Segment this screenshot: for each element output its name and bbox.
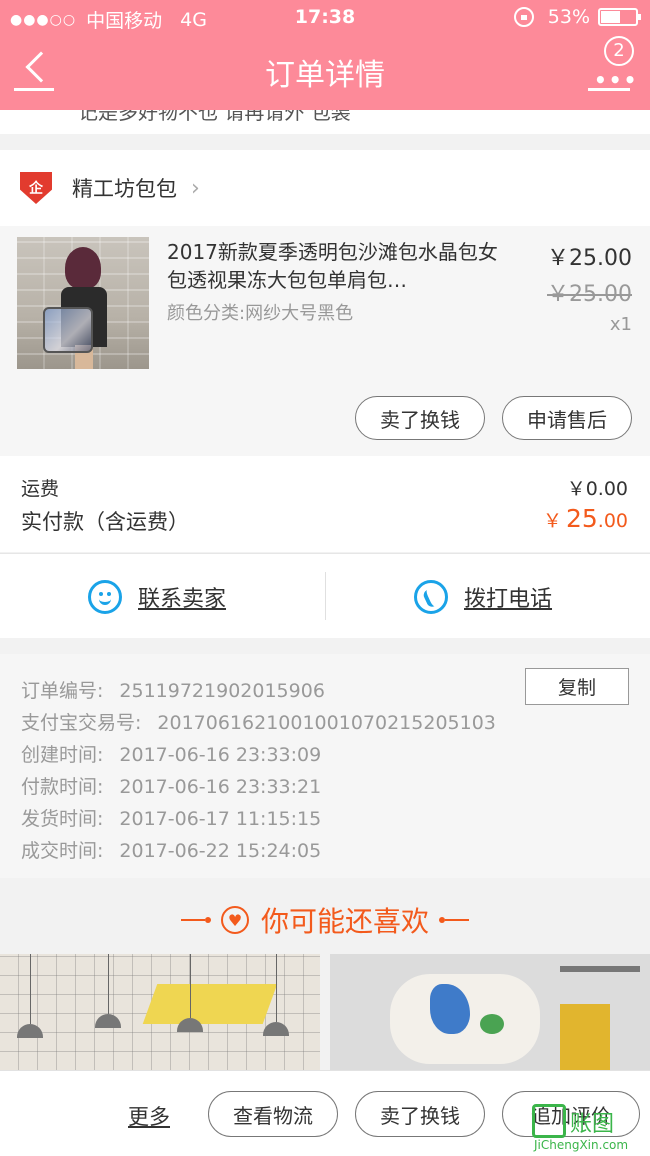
watermark-logo-icon <box>532 1104 566 1138</box>
created-time: 2017-06-16 23:33:09 <box>119 744 322 766</box>
recommend-right-ornament <box>439 917 469 923</box>
alipay-trade-number: 2017061621001001070215205103 <box>157 712 496 734</box>
contact-divider <box>325 572 326 620</box>
message-count-badge: 2 <box>604 36 634 66</box>
shipping-fee-value: ￥0.00 <box>566 478 628 500</box>
contact-row: 联系卖家 拨打电话 <box>0 553 650 638</box>
lamp-cord <box>108 954 109 1014</box>
deal-time: 2017-06-22 15:24:05 <box>119 840 322 862</box>
call-seller-label: 拨打电话 <box>464 586 553 612</box>
watermark-url: JiChengXin.com <box>534 1138 629 1152</box>
recommend-header: ♥ 你可能还喜欢 <box>0 878 650 954</box>
lamp-cord <box>30 954 31 1024</box>
order-number: 25119721902015906 <box>119 680 325 702</box>
thumb-transparent-bag <box>43 307 93 353</box>
order-info: 订单编号: 25119721902015906 复制 支付宝交易号: 2017061… <box>0 654 650 878</box>
recommend-left-ornament <box>180 917 211 923</box>
info-key: 支付宝交易号: <box>21 712 142 734</box>
recommend-title: 你可能还喜欢 <box>260 905 429 938</box>
call-seller-button[interactable]: 拨打电话 <box>414 554 552 639</box>
info-key: 订单编号: <box>21 680 104 702</box>
info-key: 创建时间: <box>21 744 104 766</box>
lamp-cord <box>190 954 191 1018</box>
info-key: 发货时间: <box>21 808 104 830</box>
info-key: 付款时间: <box>21 776 104 798</box>
product-price: ￥25.00 <box>547 246 632 271</box>
contact-seller-button[interactable]: 联系卖家 <box>88 554 226 639</box>
payment-summary: 运费 ￥0.00 实付款（含运费） ￥ 25.00 <box>0 456 650 552</box>
yellow-garment <box>560 1004 610 1070</box>
product-thumbnail[interactable] <box>17 237 149 369</box>
paid-time-row: 付款时间: 2017-06-16 23:33:21 <box>21 772 321 799</box>
alipay-trade-row: 支付宝交易号: 2017061621001001070215205103 <box>21 708 496 735</box>
battery-percent: 53% <box>547 6 590 28</box>
more-actions-link[interactable]: 更多 <box>128 1101 170 1131</box>
status-right: 53% <box>513 6 641 28</box>
shop-name: 精工坊包包 <box>72 177 177 201</box>
yellow-panel <box>142 984 278 1024</box>
lamp-cord <box>276 954 277 1022</box>
order-item-card[interactable]: 2017新款夏季透明包沙滩包水晶包女包透视果冻大包包单肩包… 颜色分类:网纱大号… <box>0 226 650 456</box>
heart-icon: ♥ <box>220 906 249 934</box>
chat-icon-mouth <box>99 597 111 605</box>
battery-fill <box>601 11 621 23</box>
page-title: 订单详情 <box>265 58 385 93</box>
sell-for-cash-bottom-button[interactable]: 卖了换钱 <box>355 1091 485 1137</box>
ornament-line <box>180 919 205 921</box>
paid-time: 2017-06-16 23:33:21 <box>119 776 322 798</box>
deal-time-row: 成交时间: 2017-06-22 15:24:05 <box>21 836 321 863</box>
rotation-lock-icon <box>513 7 534 27</box>
phone-icon <box>414 579 448 614</box>
enterprise-shield-icon: 企 <box>20 172 52 204</box>
chat-icon <box>88 579 122 614</box>
scrolled-partial-text: 记是多好物不也 请再请外 包装 <box>0 110 650 134</box>
bottom-action-bar: 更多 查看物流 卖了换钱 追加评价 账图 JiChengXin.com <box>0 1070 650 1156</box>
site-watermark: 账图 JiChengXin.com <box>528 1102 646 1154</box>
thumb-model-head <box>65 247 101 289</box>
amount-paid-currency: ￥ <box>542 510 562 532</box>
print-green <box>480 1014 504 1034</box>
top-bar: ●●●○○ 中国移动 4G 17:38 53% 订单详情 ••• 2 <box>0 0 650 110</box>
contact-seller-label: 联系卖家 <box>138 586 227 612</box>
product-quantity: x1 <box>609 314 632 335</box>
shipping-fee-label: 运费 <box>21 478 60 500</box>
view-logistics-button[interactable]: 查看物流 <box>208 1091 338 1137</box>
copy-order-number-button[interactable]: 复制 <box>525 668 629 705</box>
shipped-time-row: 发货时间: 2017-06-17 11:15:15 <box>21 804 321 831</box>
chevron-right-icon: › <box>191 175 200 201</box>
amount-paid-label: 实付款（含运费） <box>21 510 189 534</box>
partial-line: 记是多好物不也 请再请外 包装 <box>78 110 351 124</box>
ornament-line <box>445 919 469 921</box>
after-sale-button[interactable]: 申请售后 <box>502 396 632 440</box>
order-number-row: 订单编号: 25119721902015906 <box>21 676 325 703</box>
created-time-row: 创建时间: 2017-06-16 23:33:09 <box>21 740 321 767</box>
product-title[interactable]: 2017新款夏季透明包沙滩包水晶包女包透视果冻大包包单肩包… <box>167 238 507 294</box>
battery-icon <box>598 8 641 26</box>
clothing-rack <box>560 966 640 972</box>
watermark-text: 账图 <box>570 1112 615 1137</box>
info-key: 成交时间: <box>21 840 104 862</box>
status-bar: ●●●○○ 中国移动 4G 17:38 53% <box>0 0 650 36</box>
recommend-item-1-image[interactable] <box>0 954 320 1070</box>
amount-paid-value: ￥ 25.00 <box>543 504 628 533</box>
amount-paid-decimal: .00 <box>597 510 628 532</box>
recommend-item-2-image[interactable] <box>330 954 650 1070</box>
shop-row[interactable]: 企 精工坊包包 › <box>0 150 650 226</box>
product-sku: 颜色分类:网纱大号黑色 <box>167 303 354 324</box>
sell-for-cash-button[interactable]: 卖了换钱 <box>355 396 485 440</box>
phone-handset <box>421 586 441 609</box>
recommend-title-row: ♥ 你可能还喜欢 <box>0 900 650 940</box>
more-underline <box>588 88 630 91</box>
shipped-time: 2017-06-17 11:15:15 <box>119 808 322 830</box>
amount-paid-integer: 25 <box>565 504 598 533</box>
ornament-dot <box>204 917 211 923</box>
product-original-price: ￥25.00 <box>547 282 632 307</box>
